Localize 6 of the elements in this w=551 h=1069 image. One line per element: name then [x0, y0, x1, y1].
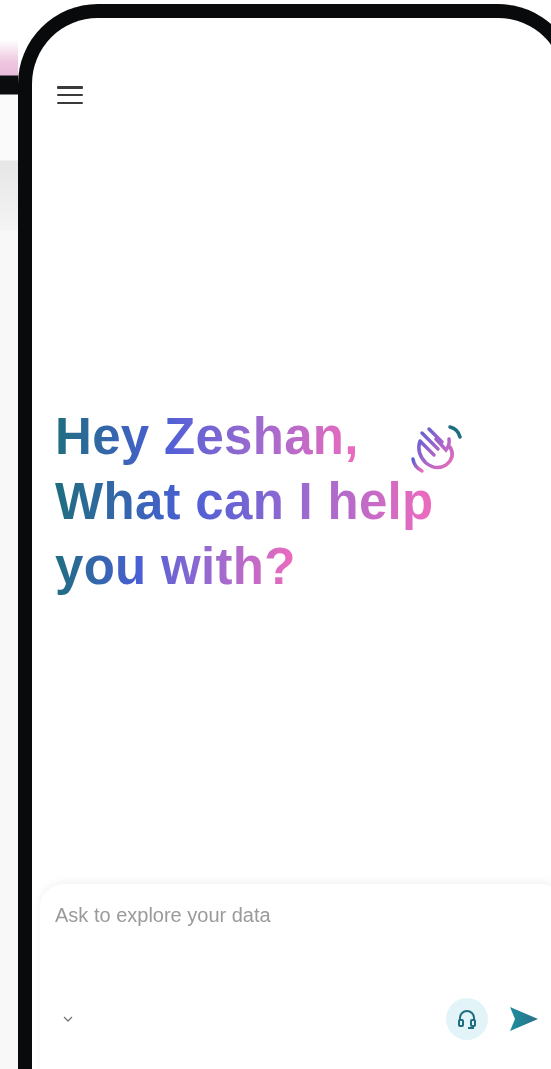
greeting-heading: Hey Zeshan, What can I help you with? — [55, 404, 434, 599]
headset-button[interactable] — [446, 998, 488, 1040]
menu-button[interactable] — [57, 86, 83, 104]
headset-icon — [457, 1008, 477, 1030]
send-icon[interactable] — [510, 1007, 538, 1031]
input-field[interactable]: Ask to explore your data — [55, 904, 495, 974]
